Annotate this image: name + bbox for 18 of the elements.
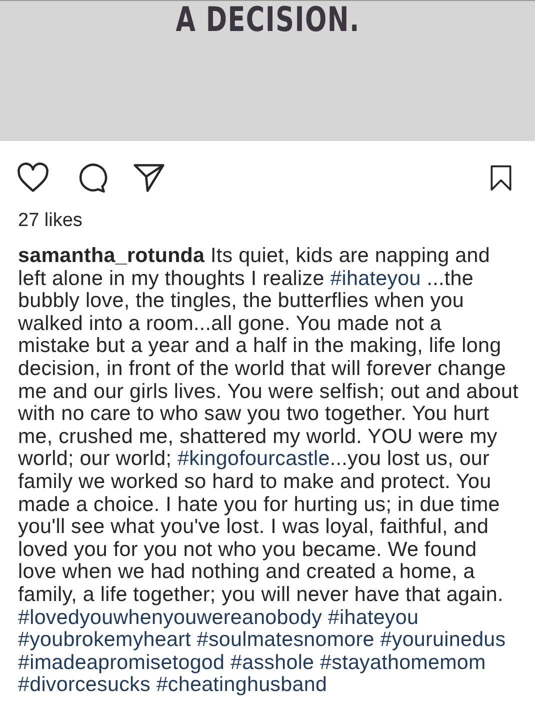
hashtag-link[interactable]: #lovedyouwhenyouwereanobody — [18, 606, 322, 628]
hashtag-link[interactable]: #youruinedus — [380, 628, 506, 652]
username-link[interactable]: samantha_rotunda — [18, 244, 205, 267]
headline-text: A DECISION. — [175, 3, 360, 37]
hashtag-link[interactable]: #imadeapromisetogod — [18, 650, 225, 674]
hashtag-link[interactable]: #youbrokemyheart — [18, 628, 191, 652]
hashtag-link[interactable]: #ihateyou — [330, 266, 421, 290]
hashtag-link[interactable]: #cheatinghusband — [156, 673, 328, 696]
hashtag-link[interactable]: #soulmatesnomore — [196, 628, 374, 652]
hashtag-link[interactable]: #divorcesucks — [18, 673, 150, 696]
hashtag-link[interactable]: #asshole — [230, 650, 314, 674]
share-plane-icon[interactable] — [132, 161, 166, 195]
likes-count[interactable]: 27 likes — [18, 210, 535, 232]
hashtag-link[interactable]: #stayathomemom — [320, 650, 486, 674]
hashtag-link[interactable]: #ihateyou — [328, 606, 419, 628]
like-heart-icon[interactable] — [16, 161, 50, 195]
hashtag-link[interactable]: #kingofourcastle — [178, 447, 330, 470]
caption-text: samantha_rotunda Its quiet, kids are napping and left alone in my thoughts I realize #ihateyou ...the bubbly love, the tingles, the butterflies when you walked into a room...all gone. You made not a mistake but a year and a half in the making, life long decision, in front of the world that will forever change me and our girls lives. You were selfish; out and about with no care to who saw you two together. You hurt me, crushed me, shattered my world. YOU were my world; our world; #kingofourcastle...you lost us, our family we worked so hard to make and protect. You made a choice. I hate you for hurting us; in due time you'll see what you've lost. I was loyal, faithful, and loved you for you not who you became. We found love when we had nothing and created a home, a family, a life together; you will never have that again. #lovedyouwhenyouwereanobody #ihateyou #youbrokemyheart #soulmatesnomore #youruinedus #imadeapromisetogod #asshole #stayathomemom #divorcesucks #cheatinghusband — [18, 245, 519, 697]
